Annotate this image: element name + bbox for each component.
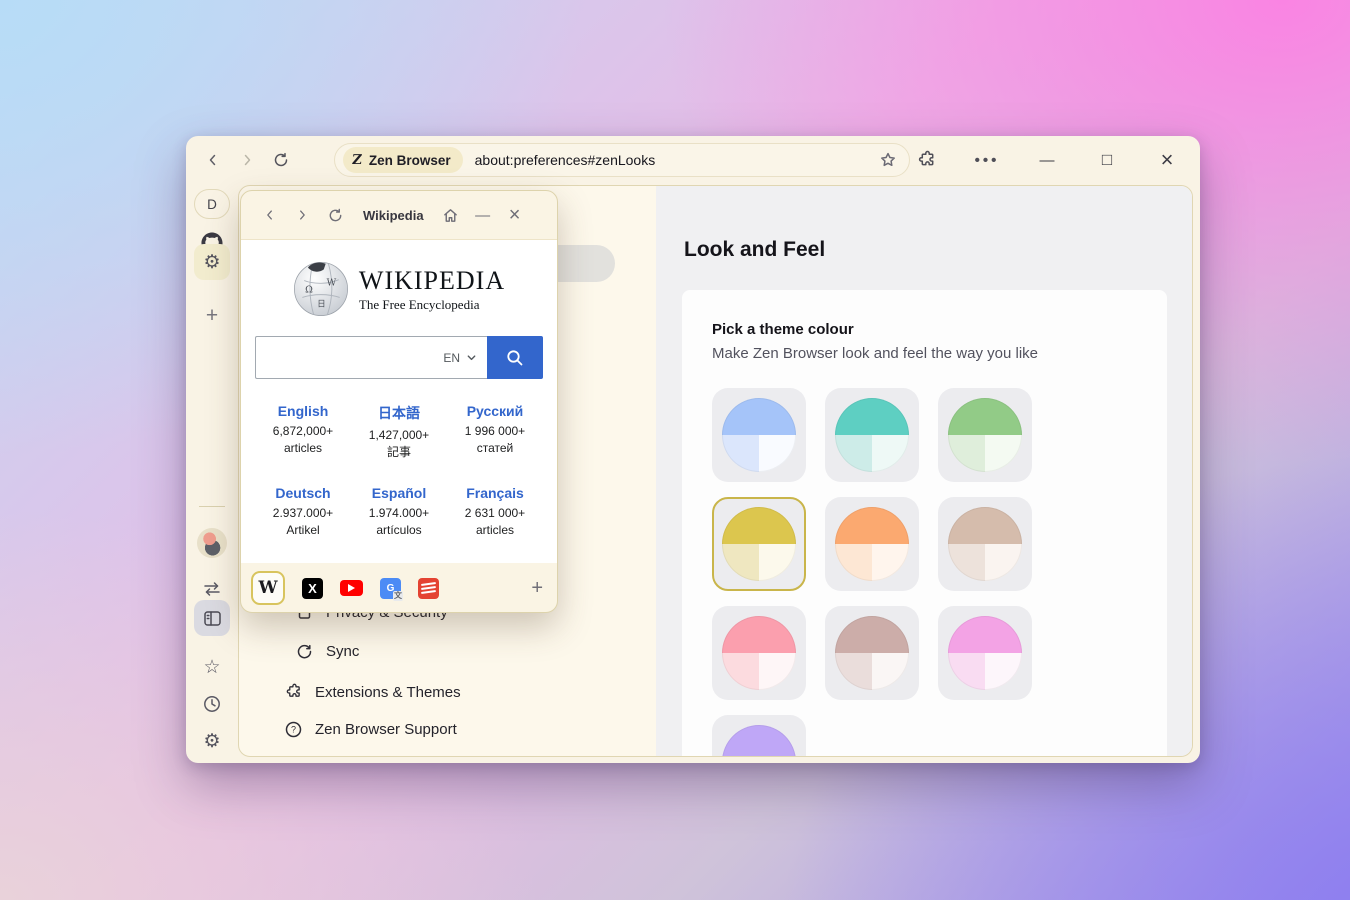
reload-button[interactable] [264,143,298,177]
theme-swatch-magenta[interactable] [938,606,1032,700]
mini-minimize-button[interactable]: — [468,198,498,232]
svg-text:W: W [327,277,337,288]
wiki-lang-english[interactable]: English6,872,000+articles [255,403,351,462]
theme-swatch-tan[interactable] [938,497,1032,591]
wiki-lang-spanish[interactable]: Español1.974.000+artículos [351,485,447,540]
sidebar-item-extensions-themes[interactable]: Extensions & Themes [284,683,461,701]
theme-card: Pick a theme colour Make Zen Browser loo… [682,290,1167,757]
pinned-todoist-icon[interactable] [418,578,439,599]
wikipedia-tagline: The Free Encyclopedia [359,297,505,313]
sidebar-divider [199,506,225,507]
wikipedia-page: Ω W 日 WIKIPEDIA The Free Encyclopedia EN [241,239,557,563]
theme-swatch-teal[interactable] [825,388,919,482]
menu-ellipsis-button[interactable]: ••• [970,143,1004,177]
help-icon: ? [284,721,303,738]
nav-label: Sync [326,643,359,660]
zen-logo-icon: Z [351,152,363,168]
theme-swatch-blue[interactable] [712,388,806,482]
sync-icon [295,643,314,660]
theme-swatch-pink[interactable] [712,606,806,700]
sidebar-toggle-active[interactable] [194,600,230,636]
theme-color-pie [835,507,909,581]
theme-heading: Pick a theme colour [712,321,854,338]
pinned-x-icon[interactable]: X [302,578,323,599]
mini-back-button[interactable] [255,198,285,232]
wikipedia-mini-window: Wikipedia — × Ω W 日 WIKIPEDIA The [240,190,558,613]
forward-button[interactable] [230,143,264,177]
wiki-language-grid: English6,872,000+articles 日本語1,427,000+記… [241,403,557,540]
theme-color-pie [722,616,796,690]
wiki-language-select[interactable]: EN [443,351,477,365]
browser-sidebar: D ⚙ + ☆ ⚙ [186,184,238,757]
mini-reload-button[interactable] [319,198,351,232]
pinned-google-translate-icon[interactable]: G [380,578,401,599]
wiki-lang-russian[interactable]: Русский1 996 000+статей [447,403,543,462]
home-icon[interactable] [436,198,466,232]
window-controls: ••• — □ × [910,143,1184,177]
mini-forward-button[interactable] [287,198,317,232]
theme-color-pie [722,507,796,581]
theme-color-pie [948,616,1022,690]
theme-color-pie [948,398,1022,472]
theme-swatch-gold[interactable] [712,497,806,591]
site-chip-label: Zen Browser [369,153,451,168]
wiki-lang-german[interactable]: Deutsch2.937.000+Artikel [255,485,351,540]
theme-swatch-orange[interactable] [825,497,919,591]
page-title: Look and Feel [684,238,825,262]
new-tab-button[interactable]: + [197,301,227,331]
bookmark-star-icon[interactable] [879,151,897,169]
puzzle-icon [284,683,303,701]
wiki-search-button[interactable] [487,336,543,379]
url-bar[interactable]: Z Zen Browser about:preferences#zenLooks [334,143,910,177]
theme-color-pie [835,398,909,472]
close-button[interactable]: × [1150,143,1184,177]
theme-swatch-green[interactable] [938,388,1032,482]
theme-color-pie [948,507,1022,581]
pin-site-button[interactable]: + [531,577,543,600]
svg-text:日: 日 [317,299,325,309]
site-identity-chip[interactable]: Z Zen Browser [343,147,463,173]
svg-text:?: ? [291,725,296,735]
theme-color-pie [722,725,796,757]
theme-color-pie [835,616,909,690]
mini-window-title: Wikipedia [363,208,424,223]
pinned-sites-bar: W X G + [241,563,557,613]
theme-grid [712,388,1032,757]
extensions-icon[interactable] [910,143,944,177]
theme-swatch-purple[interactable] [712,715,806,757]
wikipedia-wordmark: WIKIPEDIA [359,266,505,296]
maximize-button[interactable]: □ [1090,143,1124,177]
history-icon[interactable] [202,694,222,714]
browser-toolbar: Z Zen Browser about:preferences#zenLooks… [186,136,1200,184]
pinned-youtube-icon[interactable] [340,580,363,596]
wiki-lang-japanese[interactable]: 日本語1,427,000+記事 [351,403,447,462]
settings-icon[interactable]: ⚙ [203,732,220,751]
workspace-switch-icon[interactable] [202,580,222,598]
theme-swatch-mauve[interactable] [825,606,919,700]
svg-text:Ω: Ω [305,285,313,296]
mini-close-button[interactable]: × [500,198,530,232]
theme-color-pie [722,398,796,472]
url-text: about:preferences#zenLooks [475,152,656,168]
settings-tab-active[interactable]: ⚙ [194,244,230,280]
sidebar-item-support[interactable]: ? Zen Browser Support [284,721,457,738]
bookmarks-icon[interactable]: ☆ [203,656,220,679]
theme-subheading: Make Zen Browser look and feel the way y… [712,345,1038,362]
settings-content: Look and Feel Pick a theme colour Make Z… [656,186,1193,757]
wikipedia-globe-icon: Ω W 日 [293,260,349,318]
nav-label: Zen Browser Support [315,721,457,738]
minimize-button[interactable]: — [1030,143,1064,177]
nav-label: Extensions & Themes [315,684,461,701]
gear-icon: ⚙ [203,253,220,272]
back-button[interactable] [196,143,230,177]
pinned-wikipedia-active[interactable]: W [251,571,285,605]
mini-window-toolbar: Wikipedia — × [241,191,557,239]
wiki-search-input[interactable]: EN [255,336,487,379]
sidebar-item-sync[interactable]: Sync [295,643,359,660]
profile-avatar[interactable] [197,528,227,558]
wiki-lang-french[interactable]: Français2 631 000+articles [447,485,543,540]
workspace-pill[interactable]: D [194,189,230,219]
